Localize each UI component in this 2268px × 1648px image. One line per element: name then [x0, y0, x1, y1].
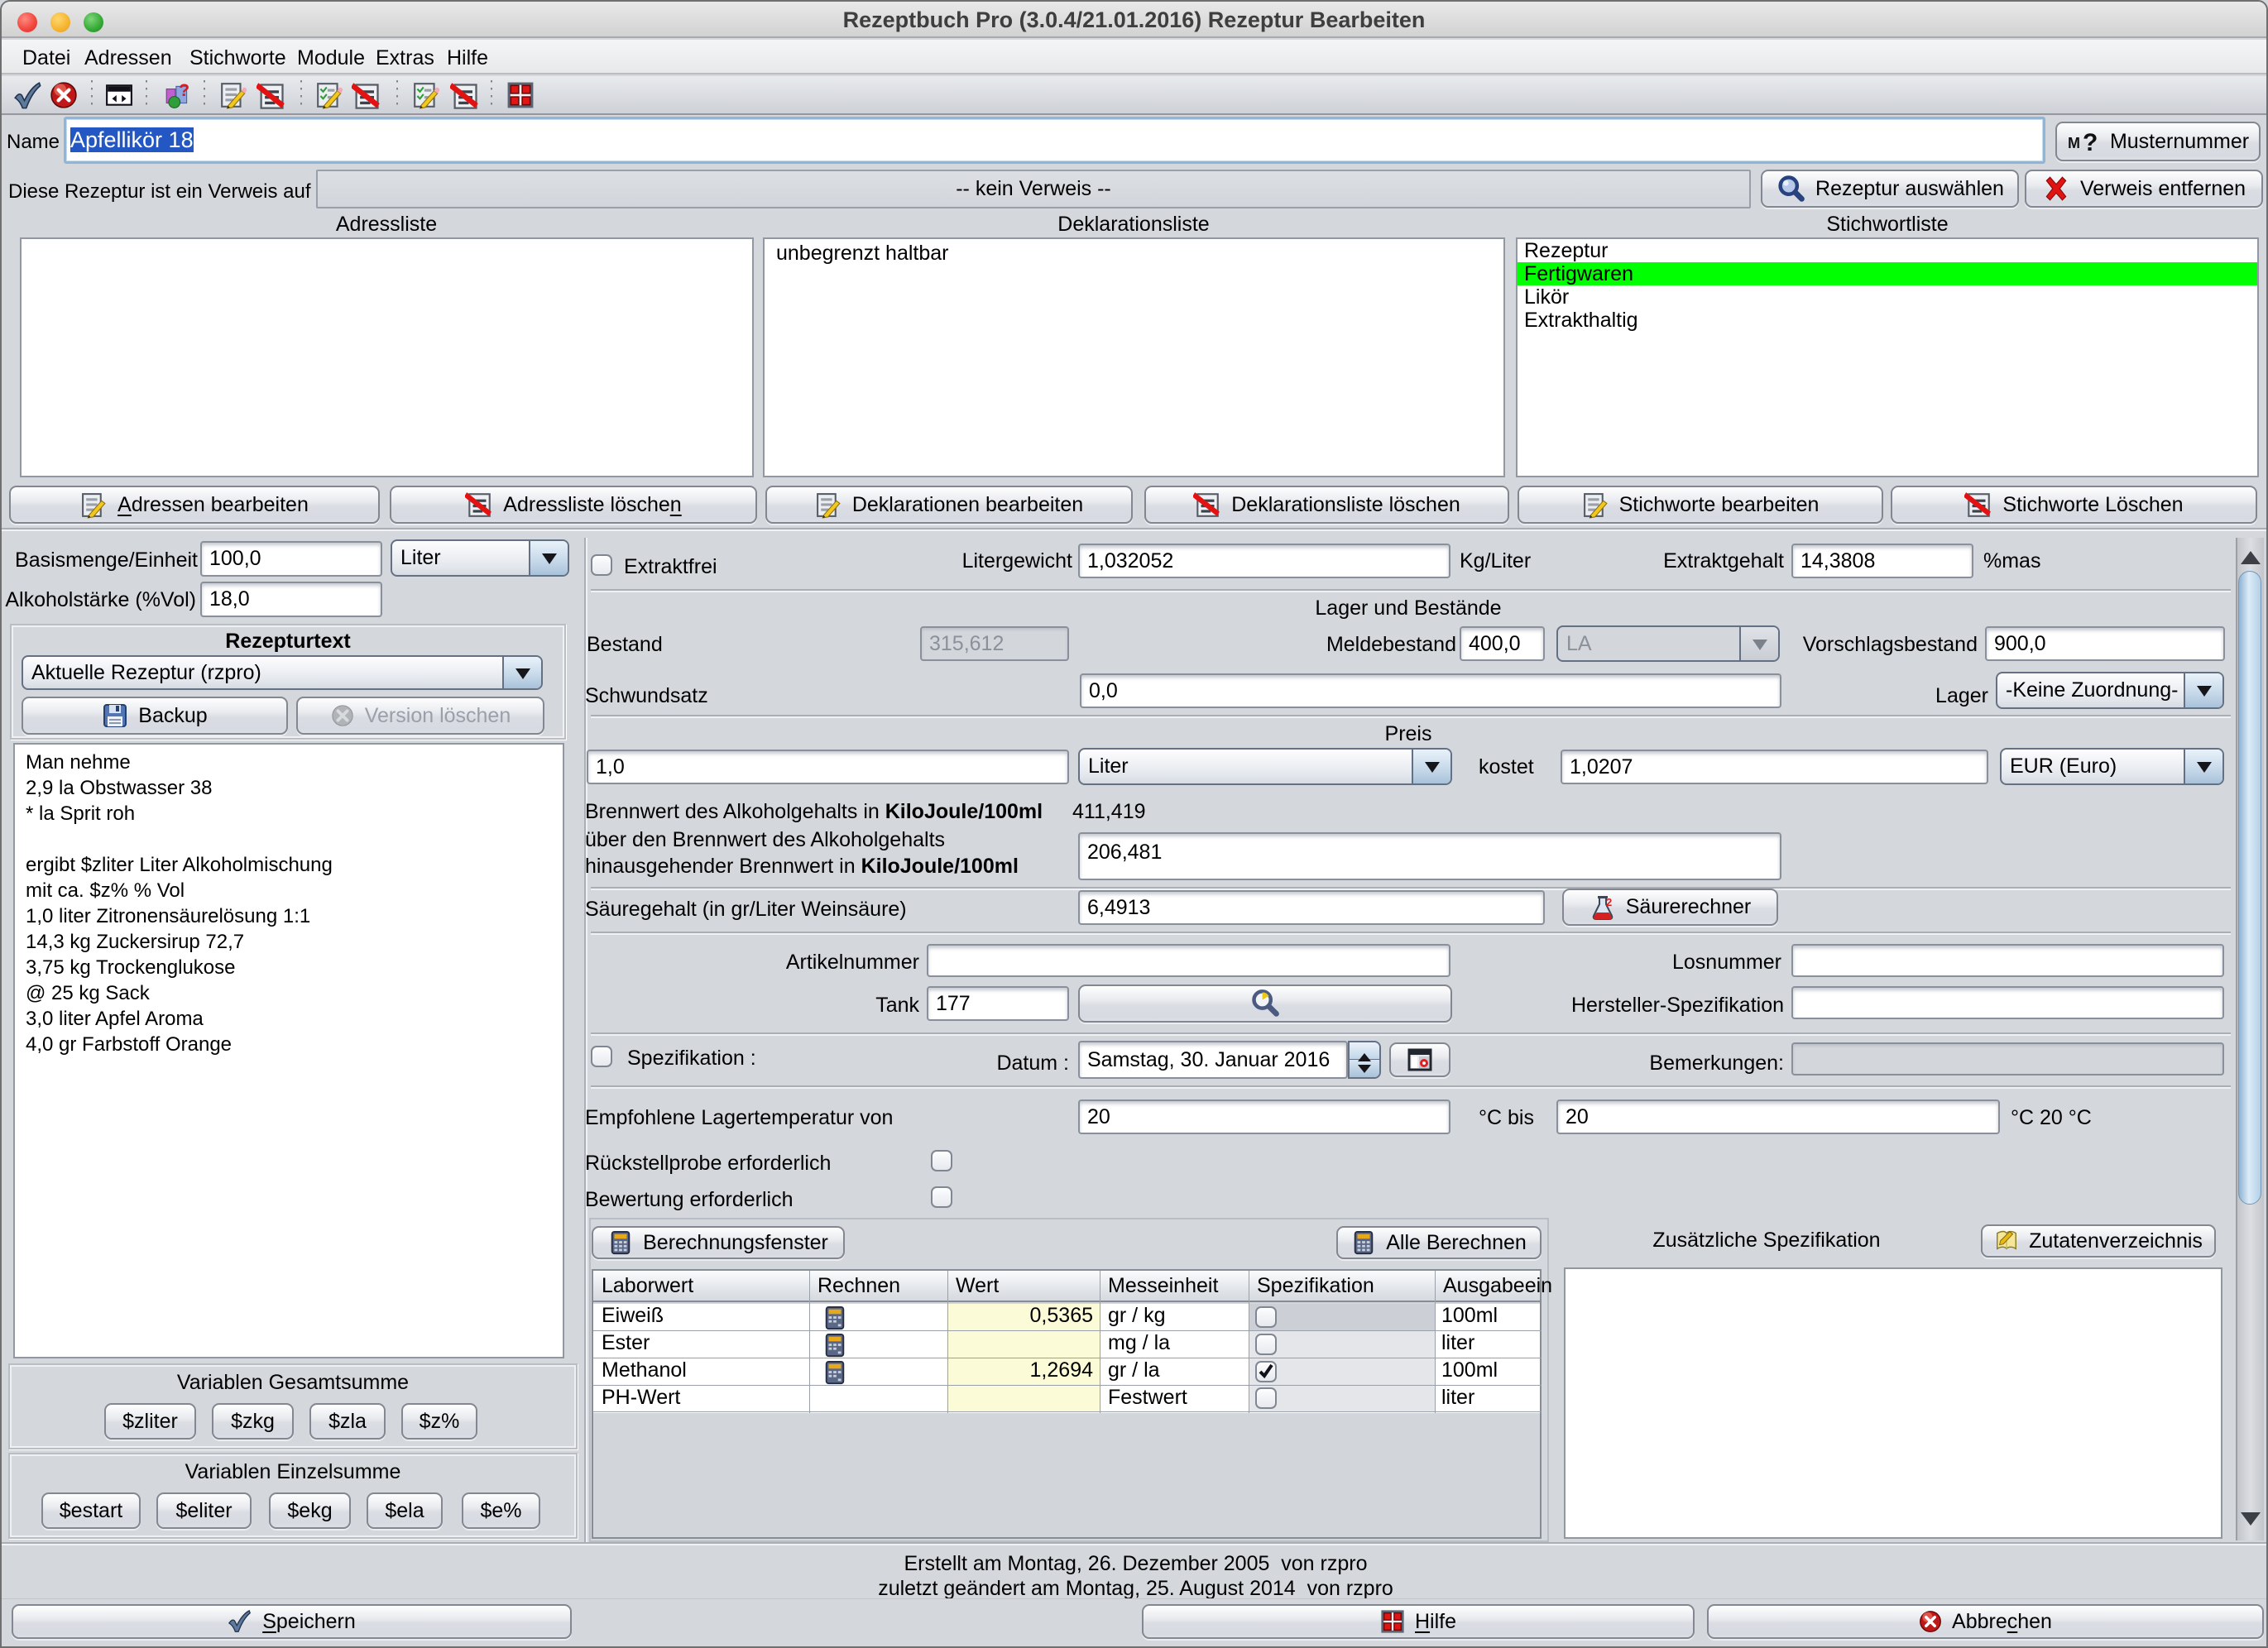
- svg-text:M: M: [2068, 135, 2080, 151]
- svg-text:?: ?: [2083, 129, 2098, 156]
- svg-text:?: ?: [179, 81, 189, 100]
- svg-text:2: 2: [1606, 896, 1612, 908]
